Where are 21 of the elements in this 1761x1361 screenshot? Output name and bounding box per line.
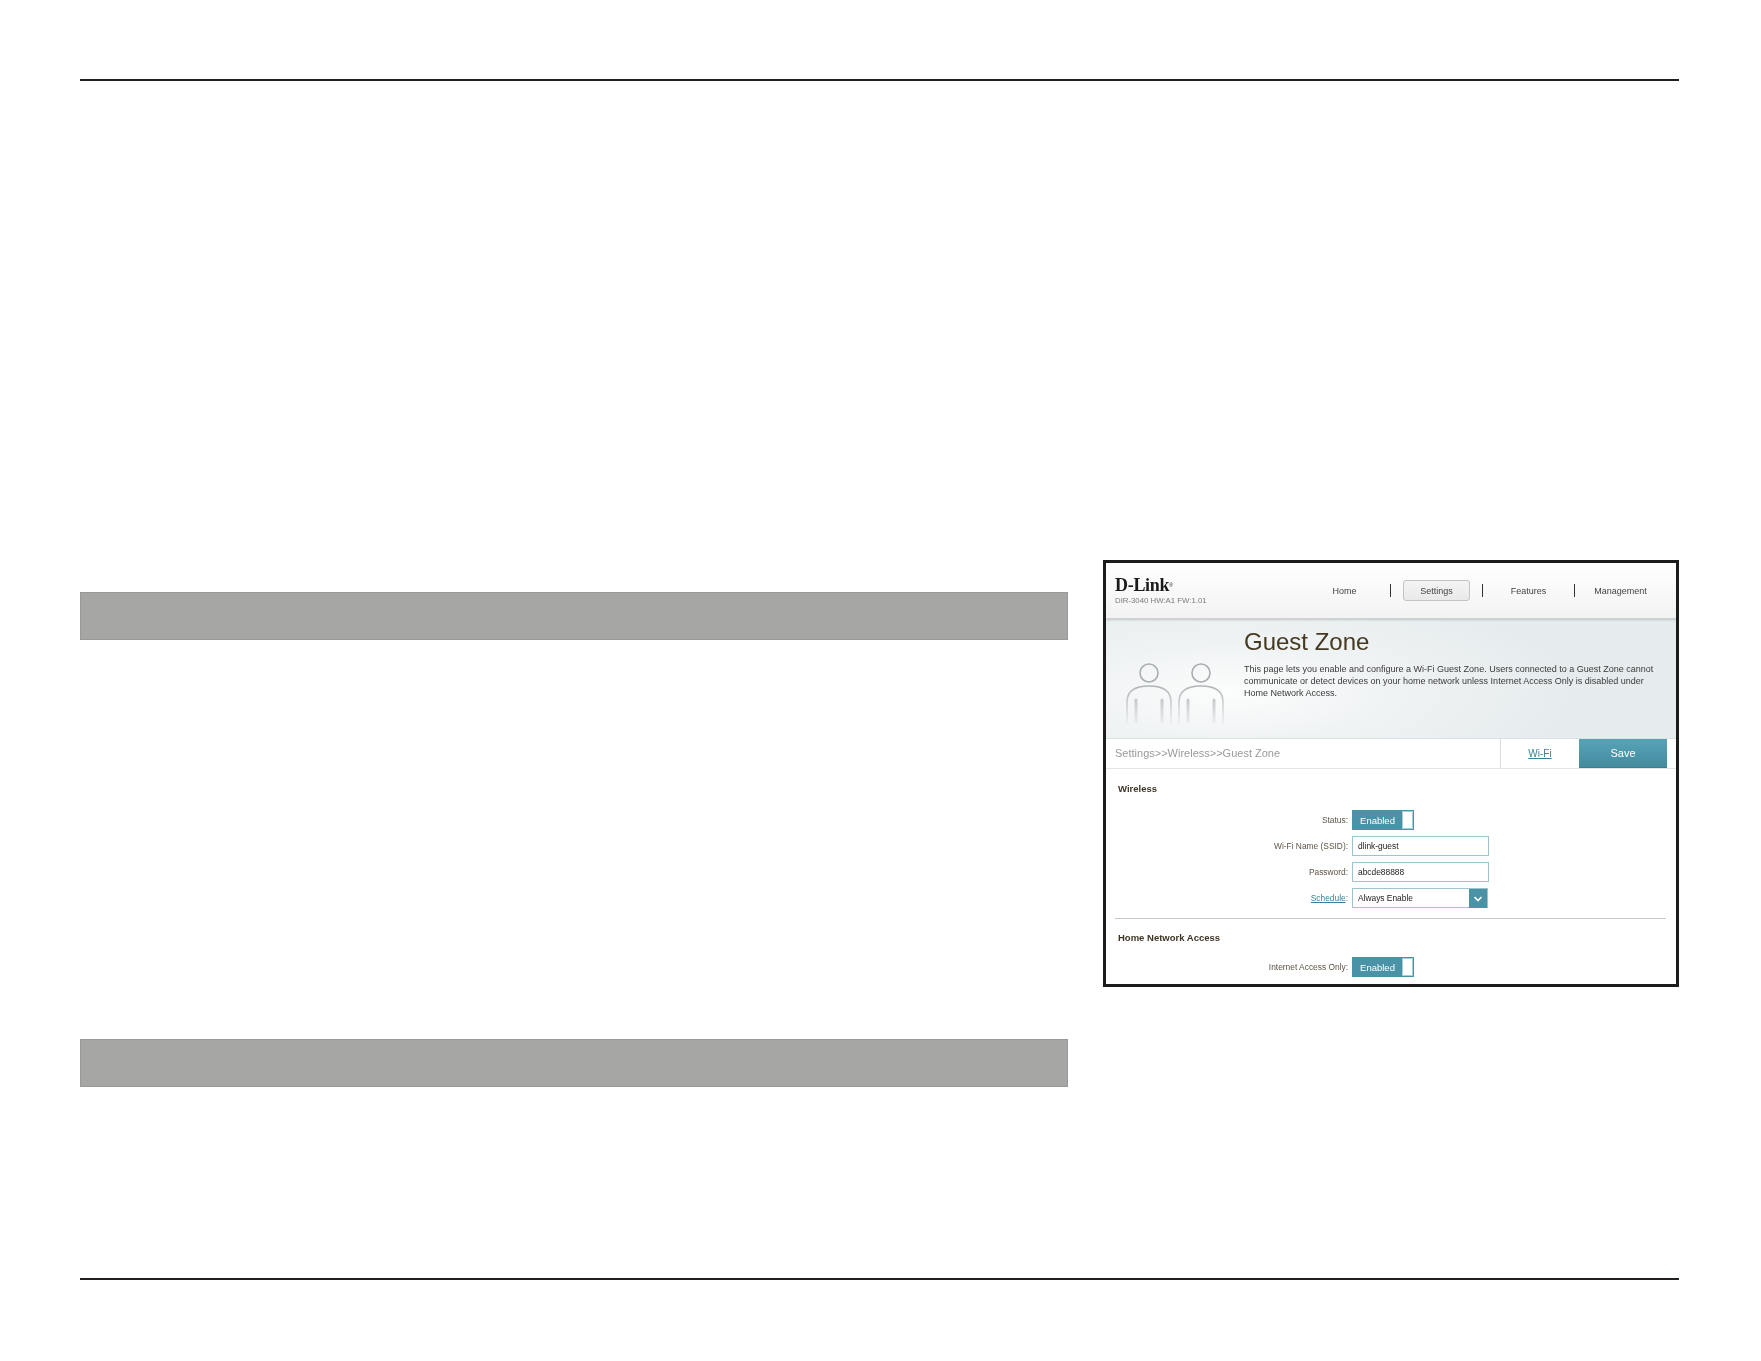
breadcrumb: Settings>>Wireless>>Guest Zone xyxy=(1114,746,1282,761)
schedule-link[interactable]: Schedule xyxy=(1310,893,1346,903)
field-label: Status: xyxy=(1321,815,1348,825)
brand-logo: D-Link$^{®}$ xyxy=(1115,575,1174,595)
nav-tab[interactable]: Settings xyxy=(1403,580,1470,601)
field-label: Schedule: xyxy=(1310,893,1348,903)
chevron-down-icon xyxy=(1469,888,1487,908)
two-people-icon xyxy=(1125,662,1225,724)
nav-tab[interactable]: Features xyxy=(1507,583,1550,598)
field-label: Password: xyxy=(1308,867,1348,877)
page-title: Guest Zone xyxy=(1244,628,1371,656)
text-field[interactable]: dlink-guest xyxy=(1352,836,1489,856)
schedule-dropdown[interactable]: Always Enable xyxy=(1352,888,1488,908)
page-description: This page lets you enable and configure a Wi-Fi Guest Zone. Users connected to a Guest Zone cannot communicate or detect devices on your home network unless Internet Access Only is disabled under Home Network Access. xyxy=(1244,663,1655,699)
text-field[interactable]: abcde88888 xyxy=(1352,862,1489,882)
section-heading: Wireless xyxy=(1117,783,1158,795)
nav-tab[interactable]: Management xyxy=(1591,583,1650,598)
field-label: Internet Access Only: xyxy=(1268,962,1348,972)
nav-tab[interactable]: Home xyxy=(1329,583,1360,598)
field-label: Wi-Fi Name (SSID): xyxy=(1274,841,1348,851)
section-heading: Home Network Access xyxy=(1117,932,1222,944)
